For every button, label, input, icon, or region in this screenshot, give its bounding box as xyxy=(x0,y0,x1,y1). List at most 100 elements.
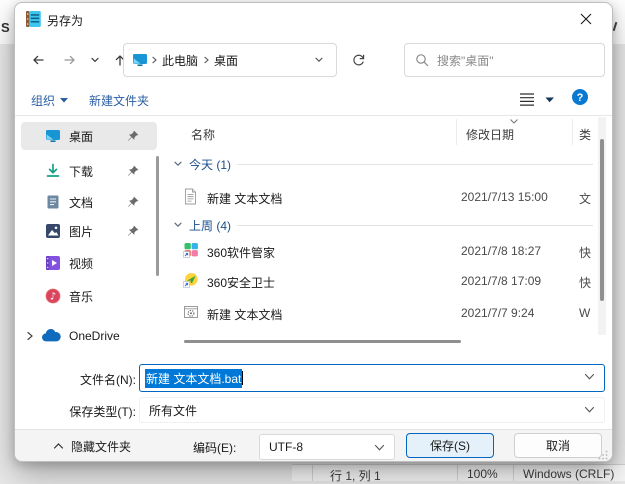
group-rule xyxy=(237,164,593,165)
this-pc-icon xyxy=(132,53,148,67)
encoding-dropdown-icon xyxy=(374,444,385,452)
batch-file-icon xyxy=(183,304,199,320)
encoding-value: UTF-8 xyxy=(269,440,303,454)
save-button[interactable]: 保存(S) xyxy=(406,433,494,458)
organize-button[interactable]: 组织 xyxy=(31,92,68,109)
expand-chevron-icon[interactable] xyxy=(25,330,35,342)
status-zoom: 100% xyxy=(467,467,498,481)
address-bar[interactable]: 此电脑 桌面 xyxy=(123,43,337,77)
sidebar-item-documents[interactable]: 文档 xyxy=(21,188,157,216)
file-row[interactable]: 360软件管家 2021/7/8 18:27 快 xyxy=(183,241,607,261)
toolbar-divider xyxy=(15,115,612,116)
filename-dropdown-icon[interactable] xyxy=(584,373,595,381)
group-header-last-week[interactable]: 上周 (4) xyxy=(173,215,593,235)
pin-icon xyxy=(127,165,139,177)
filename-input[interactable]: 新建 文本文档.bat xyxy=(139,364,605,392)
column-header-date[interactable]: 修改日期 xyxy=(466,126,514,143)
sidebar-item-videos[interactable]: 视频 xyxy=(21,249,157,277)
file-row[interactable]: 新建 文本文档 2021/7/13 15:00 文 xyxy=(183,187,607,207)
svg-text:?: ? xyxy=(577,92,584,104)
dialog-title: 另存为 xyxy=(47,12,83,29)
chevron-up-icon xyxy=(53,442,64,450)
pin-icon xyxy=(127,196,139,208)
savetype-value: 所有文件 xyxy=(149,402,197,419)
list-header: 名称 修改日期 类 xyxy=(183,117,607,145)
recent-locations-button[interactable] xyxy=(85,47,105,73)
text-caret xyxy=(242,371,243,385)
refresh-icon xyxy=(351,53,366,68)
help-icon: ? xyxy=(571,88,589,106)
filename-label: 文件名(N): xyxy=(21,371,136,388)
resize-grip[interactable] xyxy=(598,450,608,460)
sidebar-item-downloads[interactable]: 下载 xyxy=(21,157,157,185)
title-bar: 另存为 xyxy=(15,3,612,35)
breadcrumb-this-pc[interactable]: 此电脑 xyxy=(160,52,200,69)
pin-icon xyxy=(127,130,139,142)
group-header-today[interactable]: 今天 (1) xyxy=(173,154,593,174)
background-text-fragment: S xyxy=(1,20,10,35)
file-row[interactable]: 新建 文本文档 2021/7/7 9:24 W xyxy=(183,303,607,323)
text-file-icon xyxy=(183,188,198,205)
notepad-app-icon xyxy=(25,10,42,28)
view-dropdown-button[interactable] xyxy=(545,97,554,103)
documents-icon xyxy=(45,194,61,210)
sidebar-item-onedrive[interactable]: OneDrive xyxy=(21,322,157,350)
sidebar-scrollbar[interactable] xyxy=(156,156,159,276)
pin-icon xyxy=(127,225,139,237)
list-view-icon xyxy=(519,92,535,107)
breadcrumb-separator-icon xyxy=(148,55,160,65)
refresh-button[interactable] xyxy=(345,47,371,73)
pictures-icon xyxy=(45,223,61,239)
chevron-down-icon xyxy=(545,97,554,103)
search-box[interactable]: 搜索"桌面" xyxy=(404,43,605,77)
sidebar-item-pictures[interactable]: 图片 xyxy=(21,217,157,245)
search-icon xyxy=(415,53,429,67)
back-button[interactable] xyxy=(25,47,51,73)
encoding-label: 编码(E): xyxy=(193,439,236,456)
dialog-footer: 隐藏文件夹 编码(E): UTF-8 保存(S) 取消 xyxy=(15,429,612,462)
downloads-icon xyxy=(45,163,61,179)
desktop-icon xyxy=(45,128,61,144)
status-eol: Windows (CRLF) xyxy=(523,467,614,481)
onedrive-icon xyxy=(41,329,61,343)
column-divider[interactable] xyxy=(456,119,457,145)
list-vertical-scrollbar-thumb[interactable] xyxy=(600,139,604,301)
new-folder-button[interactable]: 新建文件夹 xyxy=(89,92,149,109)
help-button[interactable]: ? xyxy=(571,88,589,106)
close-icon xyxy=(580,13,592,25)
status-divider xyxy=(457,465,458,481)
music-icon: ♪ xyxy=(45,288,61,304)
collapse-chevron-icon xyxy=(173,159,183,169)
back-icon xyxy=(30,52,46,68)
savetype-dropdown-icon xyxy=(584,406,595,414)
videos-icon xyxy=(45,255,61,271)
breadcrumb-desktop[interactable]: 桌面 xyxy=(212,52,240,69)
filename-selected-text: 新建 文本文档.bat xyxy=(145,369,242,388)
chevron-down-icon xyxy=(90,55,100,65)
address-dropdown-icon[interactable] xyxy=(314,56,324,64)
search-placeholder: 搜索"桌面" xyxy=(437,52,494,69)
breadcrumb-separator-icon xyxy=(200,55,212,65)
status-divider xyxy=(513,465,514,481)
sidebar-item-music[interactable]: ♪ 音乐 xyxy=(21,282,157,310)
list-horizontal-scrollbar-thumb[interactable] xyxy=(184,340,461,343)
encoding-dropdown[interactable]: UTF-8 xyxy=(259,434,395,460)
sidebar-item-desktop[interactable]: 桌面 xyxy=(21,122,157,150)
group-rule xyxy=(237,225,593,226)
sort-chevron-icon xyxy=(509,118,519,125)
forward-button[interactable] xyxy=(57,47,83,73)
file-row[interactable]: 360安全卫士 2021/7/8 17:09 快 xyxy=(183,271,607,291)
status-divider xyxy=(312,465,313,481)
column-header-name[interactable]: 名称 xyxy=(191,126,215,143)
savetype-dropdown[interactable]: 所有文件 xyxy=(139,397,605,423)
organize-dropdown-icon xyxy=(60,98,68,103)
notepad-status-bar: 行 1, 列 1 100% Windows (CRLF) xyxy=(292,464,625,481)
hide-folders-button[interactable]: 隐藏文件夹 xyxy=(53,436,131,456)
cancel-button[interactable]: 取消 xyxy=(514,433,602,458)
command-bar: 组织 新建文件夹 ? xyxy=(15,87,612,115)
column-divider[interactable] xyxy=(572,119,573,145)
column-header-type[interactable]: 类 xyxy=(579,126,591,143)
close-button[interactable] xyxy=(566,5,606,33)
360-software-manager-icon xyxy=(183,242,199,258)
view-button[interactable] xyxy=(519,92,541,110)
